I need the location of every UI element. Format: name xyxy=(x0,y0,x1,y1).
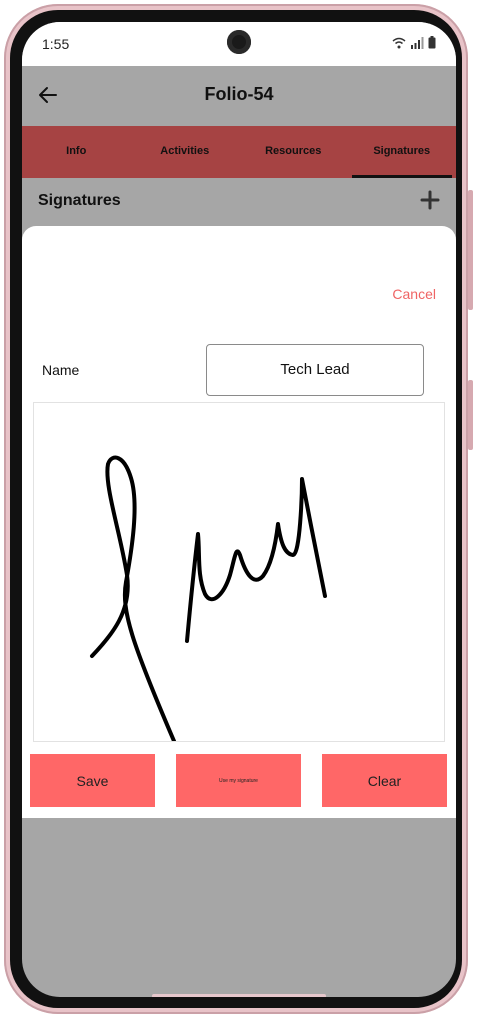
side-button xyxy=(468,190,473,310)
side-button xyxy=(468,380,473,450)
tab-info[interactable]: Info xyxy=(22,126,131,178)
tab-bar: Info Activities Resources Signatures xyxy=(22,126,456,178)
signature-sheet: Cancel Name Tech Lead Save Use my signat… xyxy=(22,226,456,818)
plus-icon[interactable] xyxy=(420,190,440,210)
signal-icon xyxy=(411,36,424,49)
status-icons xyxy=(392,36,436,49)
wifi-icon xyxy=(392,37,406,48)
name-label: Name xyxy=(42,362,80,378)
home-indicator[interactable] xyxy=(152,994,326,997)
camera-icon xyxy=(227,30,251,54)
tab-activities[interactable]: Activities xyxy=(131,126,240,178)
signature-drawing xyxy=(90,455,327,743)
cancel-link[interactable]: Cancel xyxy=(392,286,436,302)
battery-icon xyxy=(428,36,436,49)
tab-signatures[interactable]: Signatures xyxy=(348,126,457,178)
use-my-signature-button[interactable]: Use my signature xyxy=(176,754,301,807)
app-header: Folio-54 xyxy=(22,66,456,126)
signature-pad[interactable] xyxy=(33,402,445,743)
status-time: 1:55 xyxy=(42,36,70,52)
clear-button[interactable]: Clear xyxy=(322,754,447,807)
page-title: Folio-54 xyxy=(204,84,274,104)
save-button[interactable]: Save xyxy=(30,754,155,807)
section-title: Signatures xyxy=(38,192,121,209)
tab-resources[interactable]: Resources xyxy=(239,126,348,178)
screen: 1:55 Folio-54 Info Activities Resources … xyxy=(22,22,456,997)
section-header: Signatures xyxy=(22,178,456,226)
name-field[interactable]: Tech Lead xyxy=(206,344,424,396)
status-bar: 1:55 xyxy=(22,22,456,66)
